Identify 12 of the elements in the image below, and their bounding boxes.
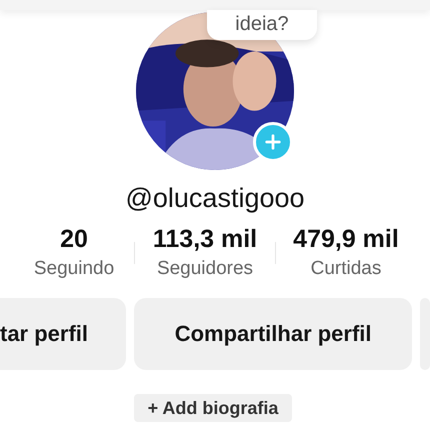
profile-button[interactable]: tar perfil bbox=[0, 298, 126, 370]
plus-icon bbox=[264, 133, 282, 151]
stat-value: 20 bbox=[60, 224, 88, 254]
profile-button[interactable]: Compartilhar perfil bbox=[134, 298, 412, 370]
stat-value: 113,3 mil bbox=[152, 224, 258, 254]
stat-label: Seguidores bbox=[156, 257, 254, 281]
stat-value: 479,9 mil bbox=[293, 224, 399, 254]
username: @olucastigooo bbox=[124, 182, 306, 214]
stat-label: Seguindo bbox=[34, 257, 114, 281]
note-bubble[interactable]: ideia? bbox=[207, 10, 317, 40]
stat-label: Curtidas bbox=[310, 257, 382, 281]
add-bio-button[interactable]: + Add biografia bbox=[134, 394, 292, 422]
